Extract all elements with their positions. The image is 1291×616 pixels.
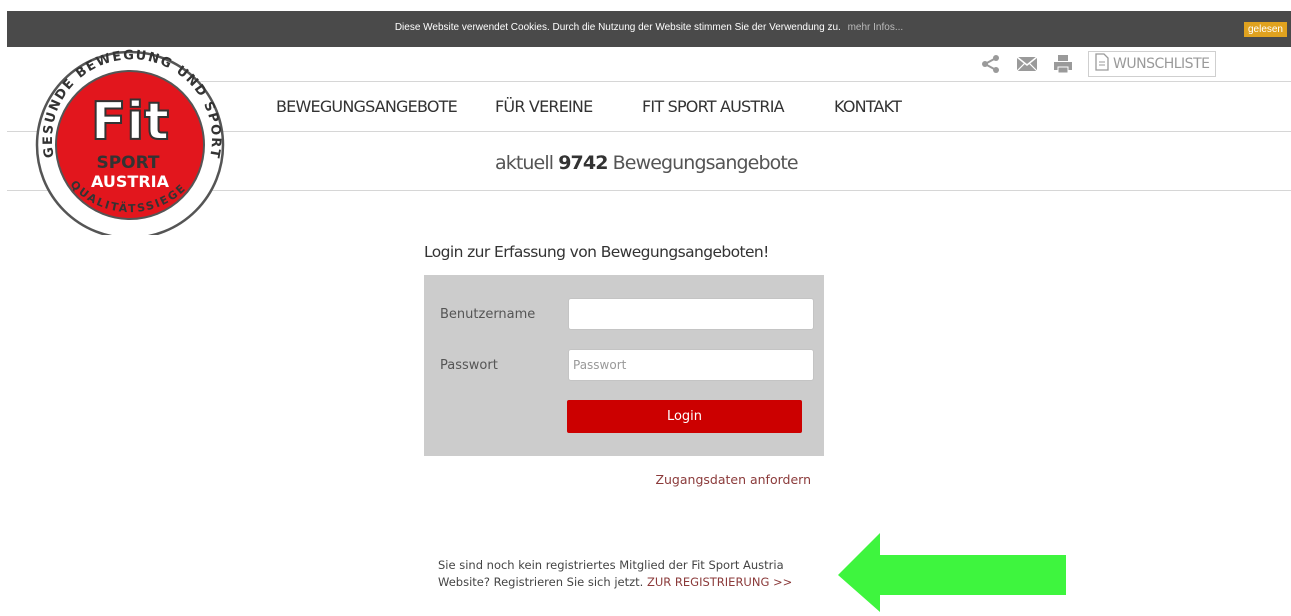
logo-austria-text: AUSTRIA bbox=[91, 172, 170, 191]
wishlist-button[interactable]: WUNSCHLISTE bbox=[1088, 51, 1217, 77]
password-label: Passwort bbox=[440, 358, 498, 373]
nav-item-kontakt[interactable]: KONTAKT bbox=[834, 97, 902, 116]
annotation-arrow bbox=[838, 533, 1068, 616]
cookie-accept-button[interactable]: gelesen bbox=[1243, 22, 1287, 37]
share-icon[interactable] bbox=[980, 53, 1002, 75]
cookie-more-info-link[interactable]: mehr Infos... bbox=[848, 22, 904, 33]
login-title: Login zur Erfassung von Bewegungsangebot… bbox=[424, 243, 769, 261]
password-field[interactable] bbox=[568, 349, 814, 381]
print-icon[interactable] bbox=[1052, 53, 1074, 75]
mail-icon[interactable] bbox=[1016, 53, 1038, 75]
cookie-text: Diese Website verwendet Cookies. Durch d… bbox=[394, 22, 841, 33]
nav-item-fit-sport-austria[interactable]: FIT SPORT AUSTRIA bbox=[642, 97, 785, 116]
request-credentials-link[interactable]: Zugangsdaten anfordern bbox=[655, 472, 811, 487]
cookie-bar: Diese Website verwendet Cookies. Durch d… bbox=[7, 11, 1291, 47]
wishlist-label: WUNSCHLISTE bbox=[1113, 56, 1210, 72]
username-label: Benutzername bbox=[440, 307, 536, 322]
nav-item-fuer-vereine[interactable]: FÜR VEREINE bbox=[495, 97, 593, 116]
username-field[interactable] bbox=[568, 298, 814, 330]
login-button[interactable]: Login bbox=[567, 400, 802, 433]
counter-suffix: Bewegungsangebote bbox=[612, 152, 799, 174]
fit-sport-austria-logo[interactable]: GESUNDE BEWEGUNG UND SPORT IM VEREIN QUA… bbox=[23, 34, 230, 240]
register-link[interactable]: ZUR REGISTRIERUNG >> bbox=[647, 575, 792, 589]
offer-counter: aktuell 9742 Bewegungsangebote bbox=[495, 152, 799, 174]
login-form: Benutzername Passwort Login bbox=[424, 275, 824, 456]
header-toolbar: WUNSCHLISTE bbox=[980, 50, 1217, 78]
register-hint: Sie sind noch kein registriertes Mitglie… bbox=[438, 557, 828, 591]
logo-fit-text: Fit bbox=[91, 92, 169, 152]
header-divider-top bbox=[180, 81, 1291, 82]
document-icon bbox=[1095, 53, 1109, 75]
cookie-message: Diese Website verwendet Cookies. Durch d… bbox=[7, 22, 1291, 33]
logo-sport-text: SPORT bbox=[96, 153, 159, 173]
nav-item-bewegungsangebote[interactable]: BEWEGUNGSANGEBOTE bbox=[276, 97, 458, 116]
counter-prefix: aktuell bbox=[495, 152, 554, 174]
counter-value: 9742 bbox=[558, 152, 608, 174]
